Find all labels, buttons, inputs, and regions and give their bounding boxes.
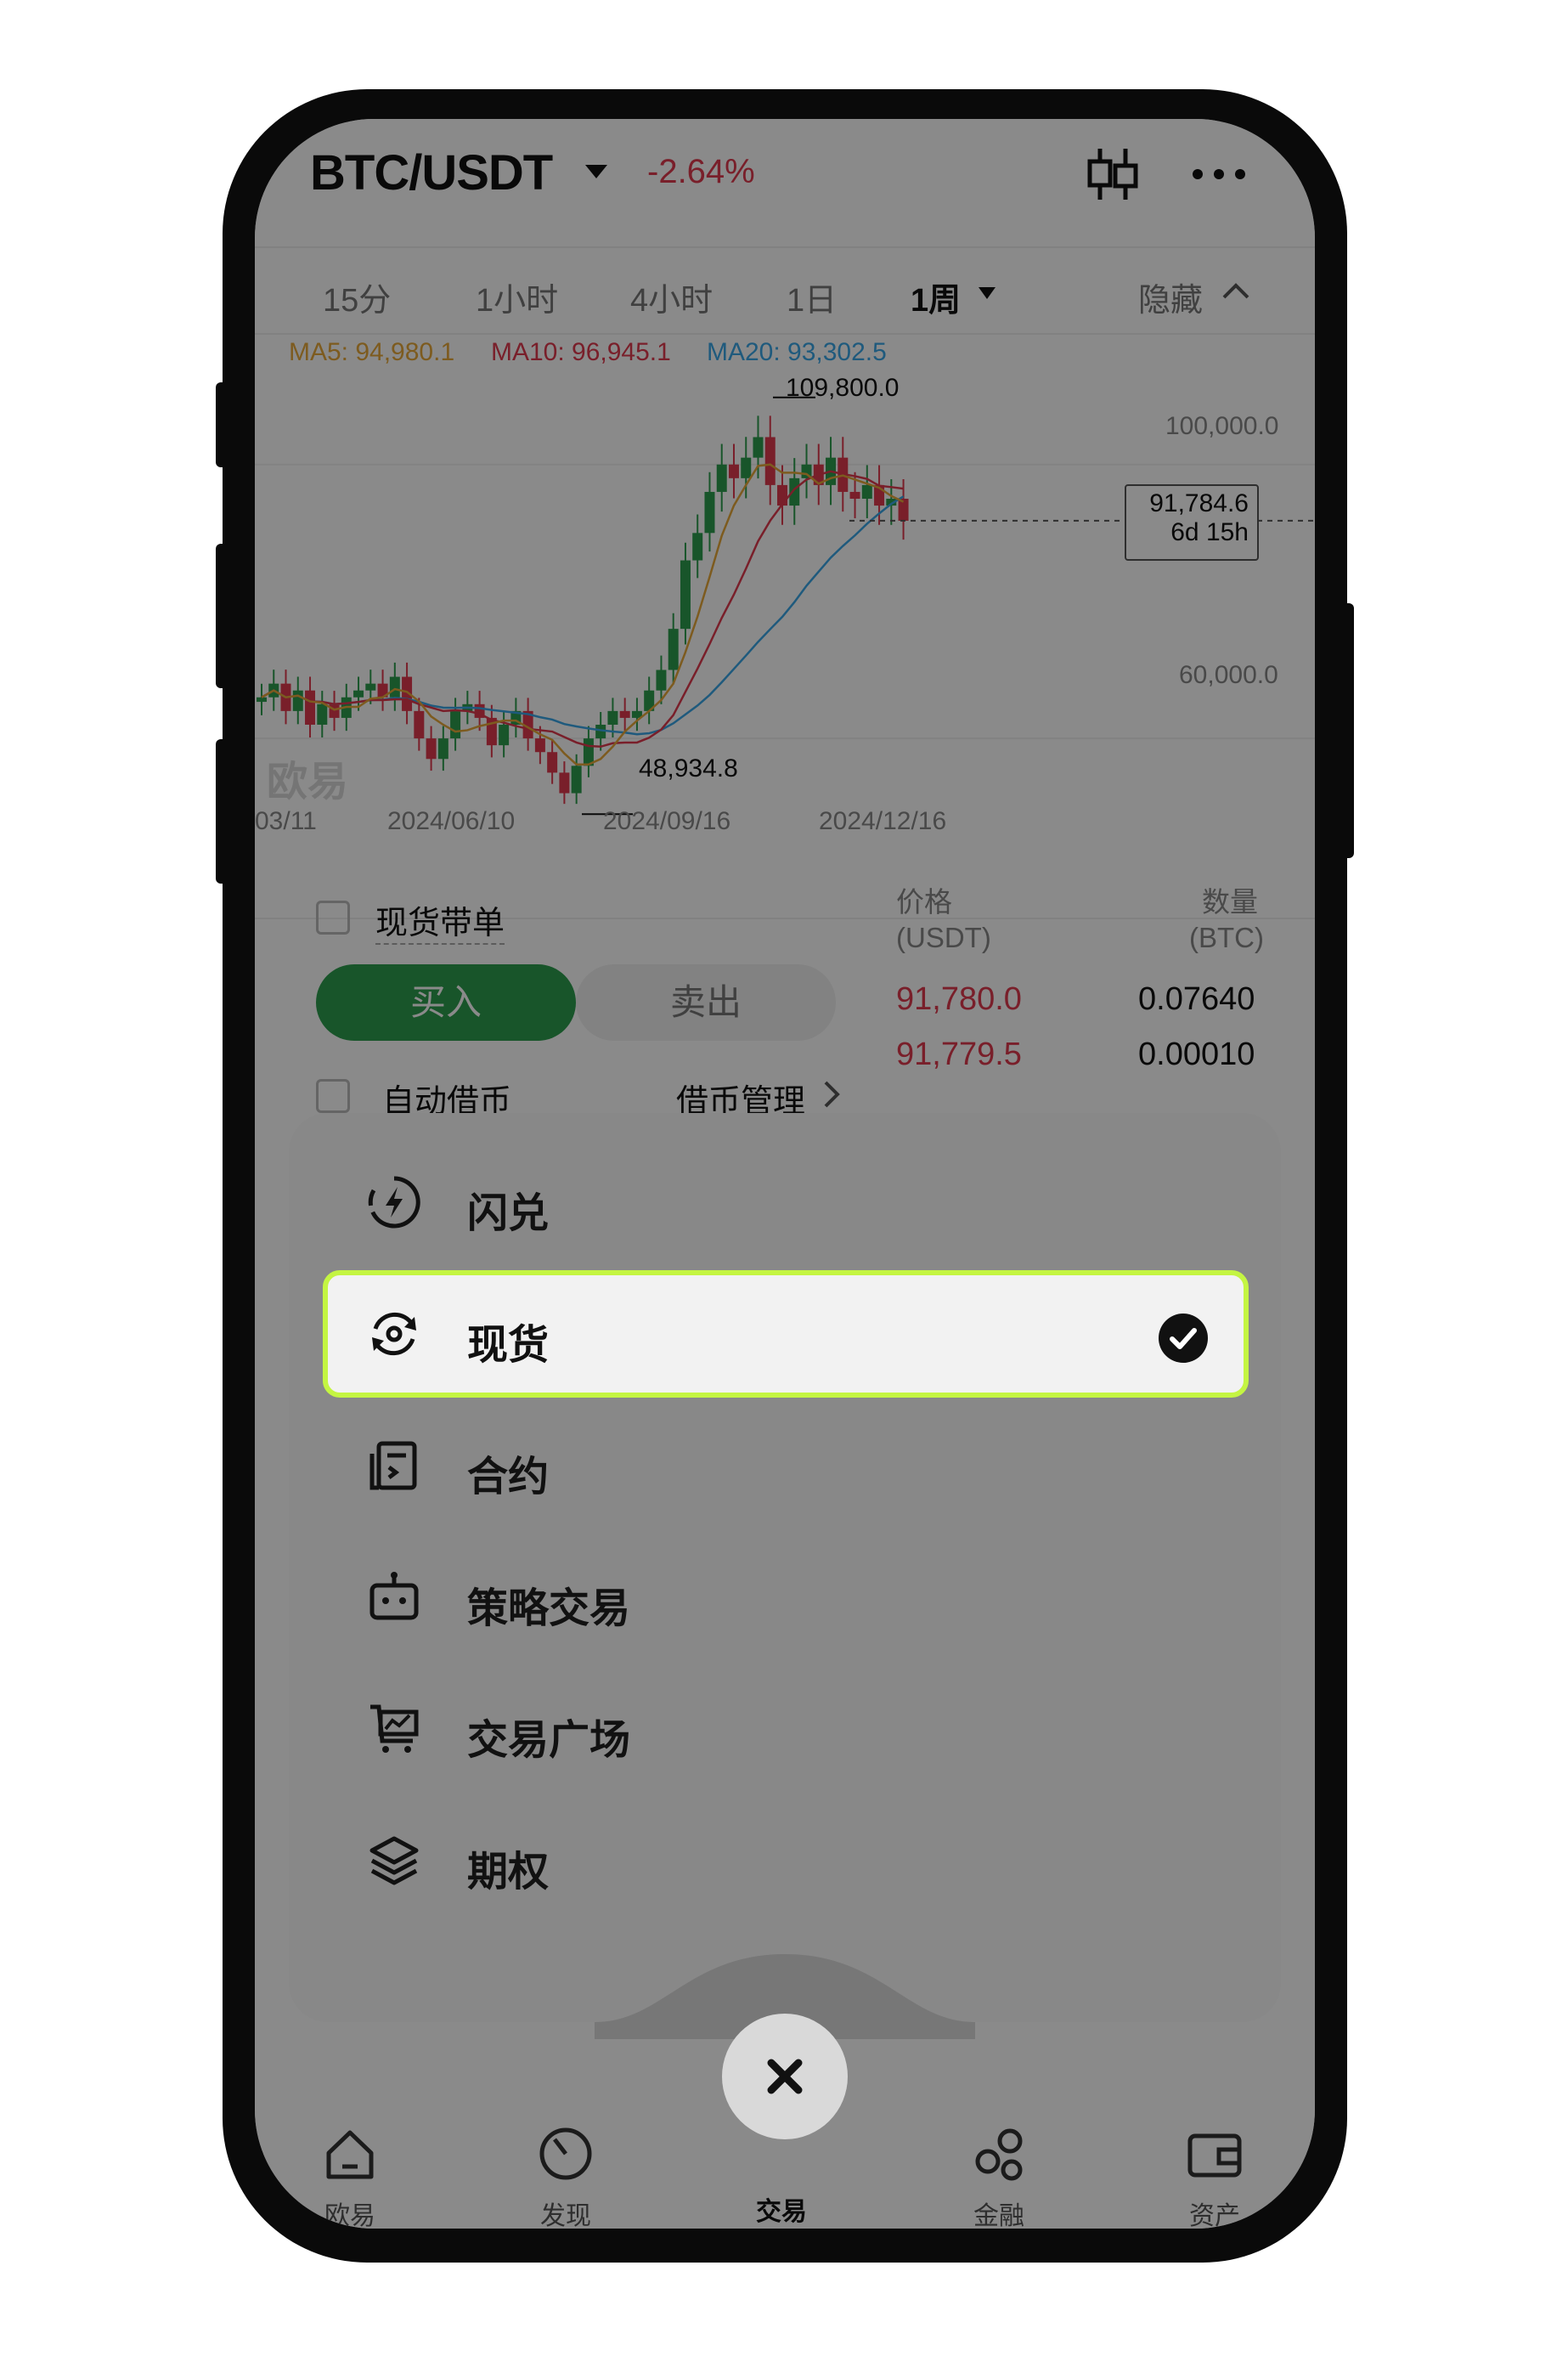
volume-down-button [216,739,228,884]
menu-item-trade-square[interactable]: 交易广场 [323,1665,1249,1793]
flash-swap-icon [368,1176,420,1229]
volume-silent-switch [216,382,228,467]
menu-item-contract[interactable]: 合约 [323,1402,1249,1529]
spot-icon [372,1312,416,1356]
close-icon [767,2059,803,2094]
menu-item-label: 合约 [467,1455,550,1500]
power-button [1342,603,1354,858]
menu-item-strategy[interactable]: 策略交易 [323,1534,1249,1661]
volume-up-button [216,544,228,688]
menu-item-options[interactable]: 期权 [323,1797,1249,1924]
contract-icon [369,1441,417,1490]
menu-item-label: 期权 [467,1850,550,1895]
menu-item-label: 策略交易 [467,1586,631,1631]
app-screen: BTC/USDT -2.64% 15分 1小时 4小时 1日 1周 隐藏 MA5… [255,119,1315,2229]
trade-type-menu: 闪兑 现货 合约 策略交易 交易广场 期权 [289,1113,1281,2022]
close-menu-button[interactable] [722,2014,848,2139]
menu-item-label: 交易广场 [467,1718,631,1763]
menu-item-label: 现货 [467,1323,550,1368]
menu-item-spot[interactable]: 现货 [323,1270,1249,1398]
menu-item-label: 闪兑 [467,1191,550,1236]
cart-icon [370,1704,419,1753]
selected-check-icon [1159,1314,1208,1363]
layers-icon [369,1836,419,1885]
menu-item-flash-swap[interactable]: 闪兑 [323,1138,1249,1266]
robot-icon [369,1572,419,1620]
